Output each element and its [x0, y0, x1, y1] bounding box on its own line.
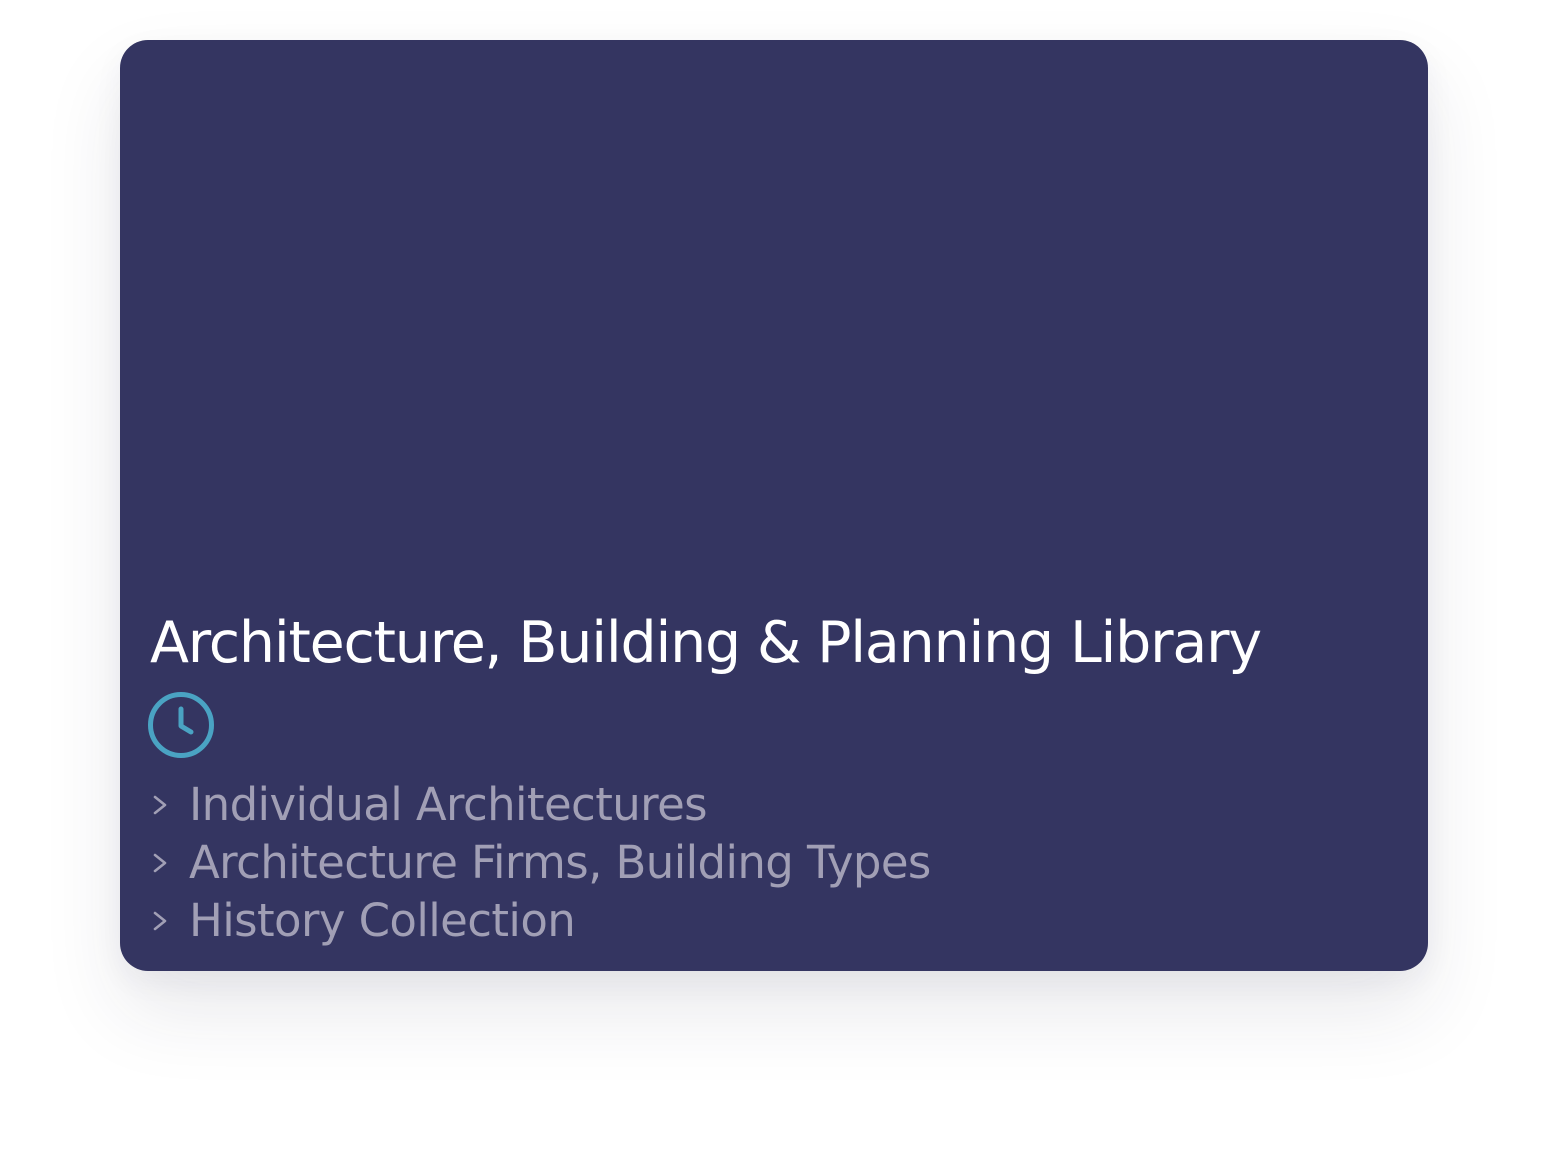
clock-icon[interactable] — [146, 690, 216, 760]
link-history-collection[interactable]: History Collection — [150, 892, 931, 950]
link-label[interactable]: History Collection — [189, 892, 576, 950]
chevron-right-icon — [153, 853, 167, 873]
link-label[interactable]: Individual Architectures — [189, 776, 708, 834]
link-label[interactable]: Architecture Firms, Building Types — [189, 834, 931, 892]
card-title[interactable]: Architecture, Building & Planning Librar… — [150, 607, 1262, 679]
link-list: Individual Architectures Architecture Fi… — [150, 776, 931, 950]
chevron-right-icon — [153, 911, 167, 931]
link-architecture-firms-building-types[interactable]: Architecture Firms, Building Types — [150, 834, 931, 892]
chevron-right-icon — [153, 795, 167, 815]
link-individual-architectures[interactable]: Individual Architectures — [150, 776, 931, 834]
library-card[interactable]: Architecture, Building & Planning Librar… — [120, 40, 1428, 971]
